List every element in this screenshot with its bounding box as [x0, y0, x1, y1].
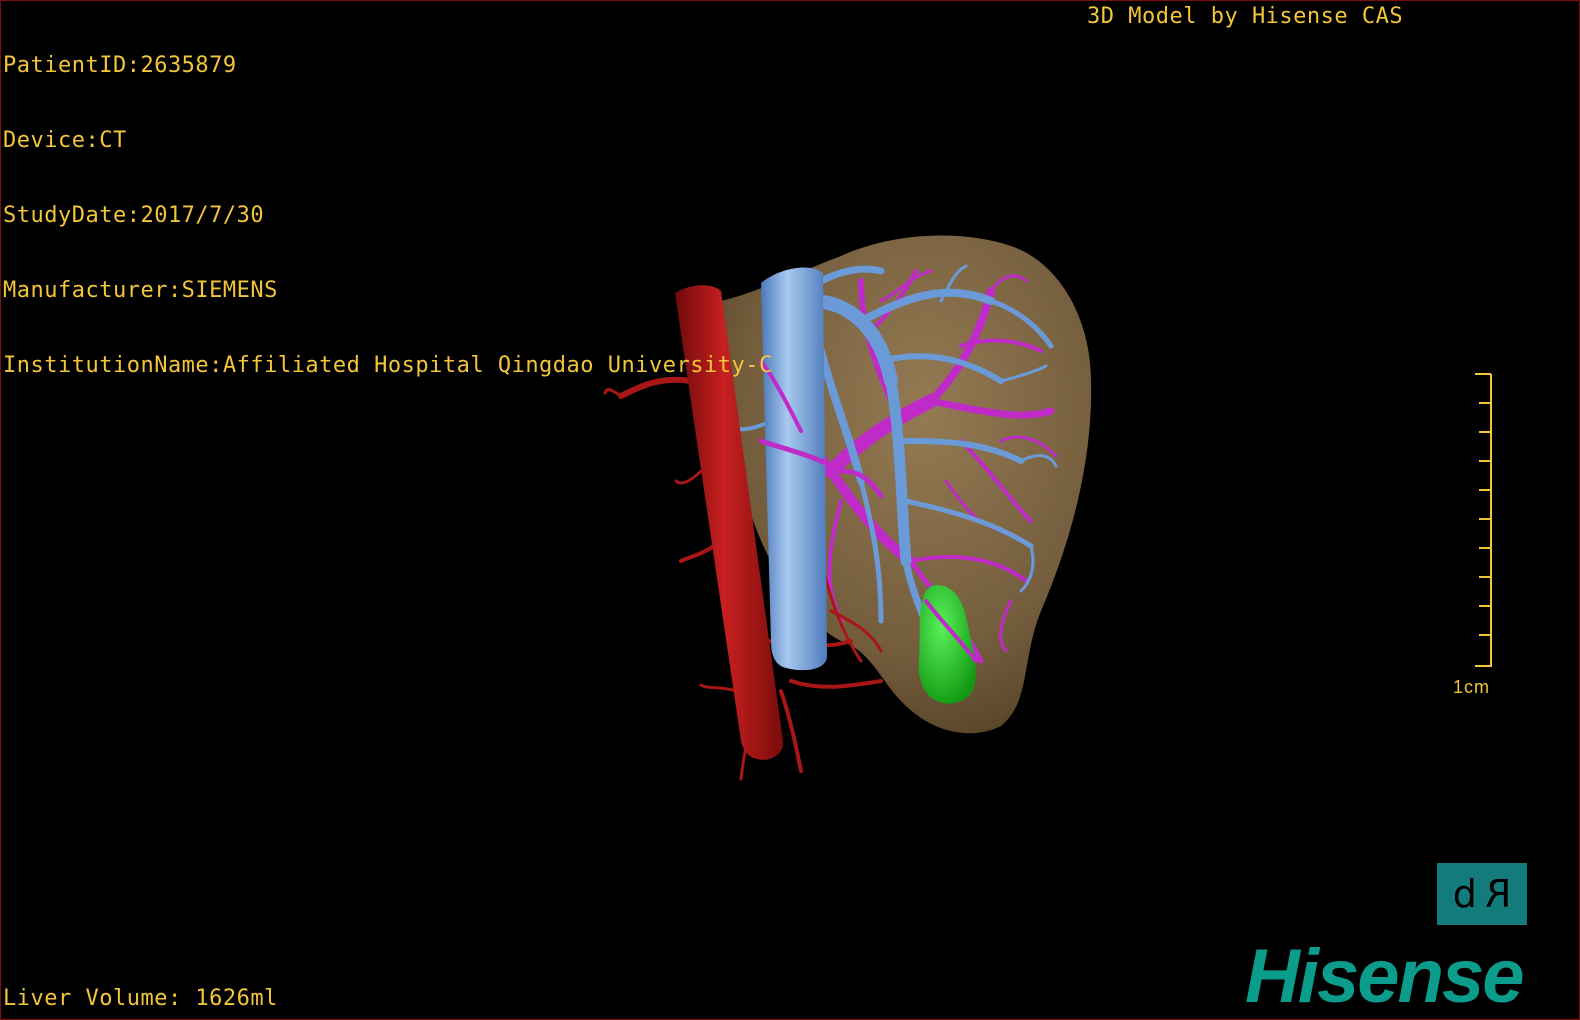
3d-viewport[interactable]: PatientID:2635879 Device:CT StudyDate:20… — [0, 0, 1580, 1020]
orientation-cube[interactable]: dR — [1437, 863, 1527, 925]
study-metadata: PatientID:2635879 Device:CT StudyDate:20… — [3, 3, 773, 428]
scale-label: 1cm — [1453, 677, 1491, 697]
hisense-logo: Hisense — [1245, 934, 1524, 1019]
patient-id: PatientID:2635879 — [3, 53, 237, 78]
liver-volume: Liver Volume: 1626ml — [3, 986, 278, 1011]
orientation-left-letter: d — [1452, 872, 1481, 916]
model-credit: 3D Model by Hisense CAS — [1087, 4, 1404, 29]
manufacturer: Manufacturer:SIEMENS — [3, 278, 278, 303]
institution-name: InstitutionName:Affiliated Hospital Qing… — [3, 353, 773, 378]
scale-bar — [1475, 373, 1492, 667]
device: Device:CT — [3, 128, 127, 153]
orientation-right-letter: R — [1480, 872, 1512, 916]
study-date: StudyDate:2017/7/30 — [3, 203, 265, 228]
